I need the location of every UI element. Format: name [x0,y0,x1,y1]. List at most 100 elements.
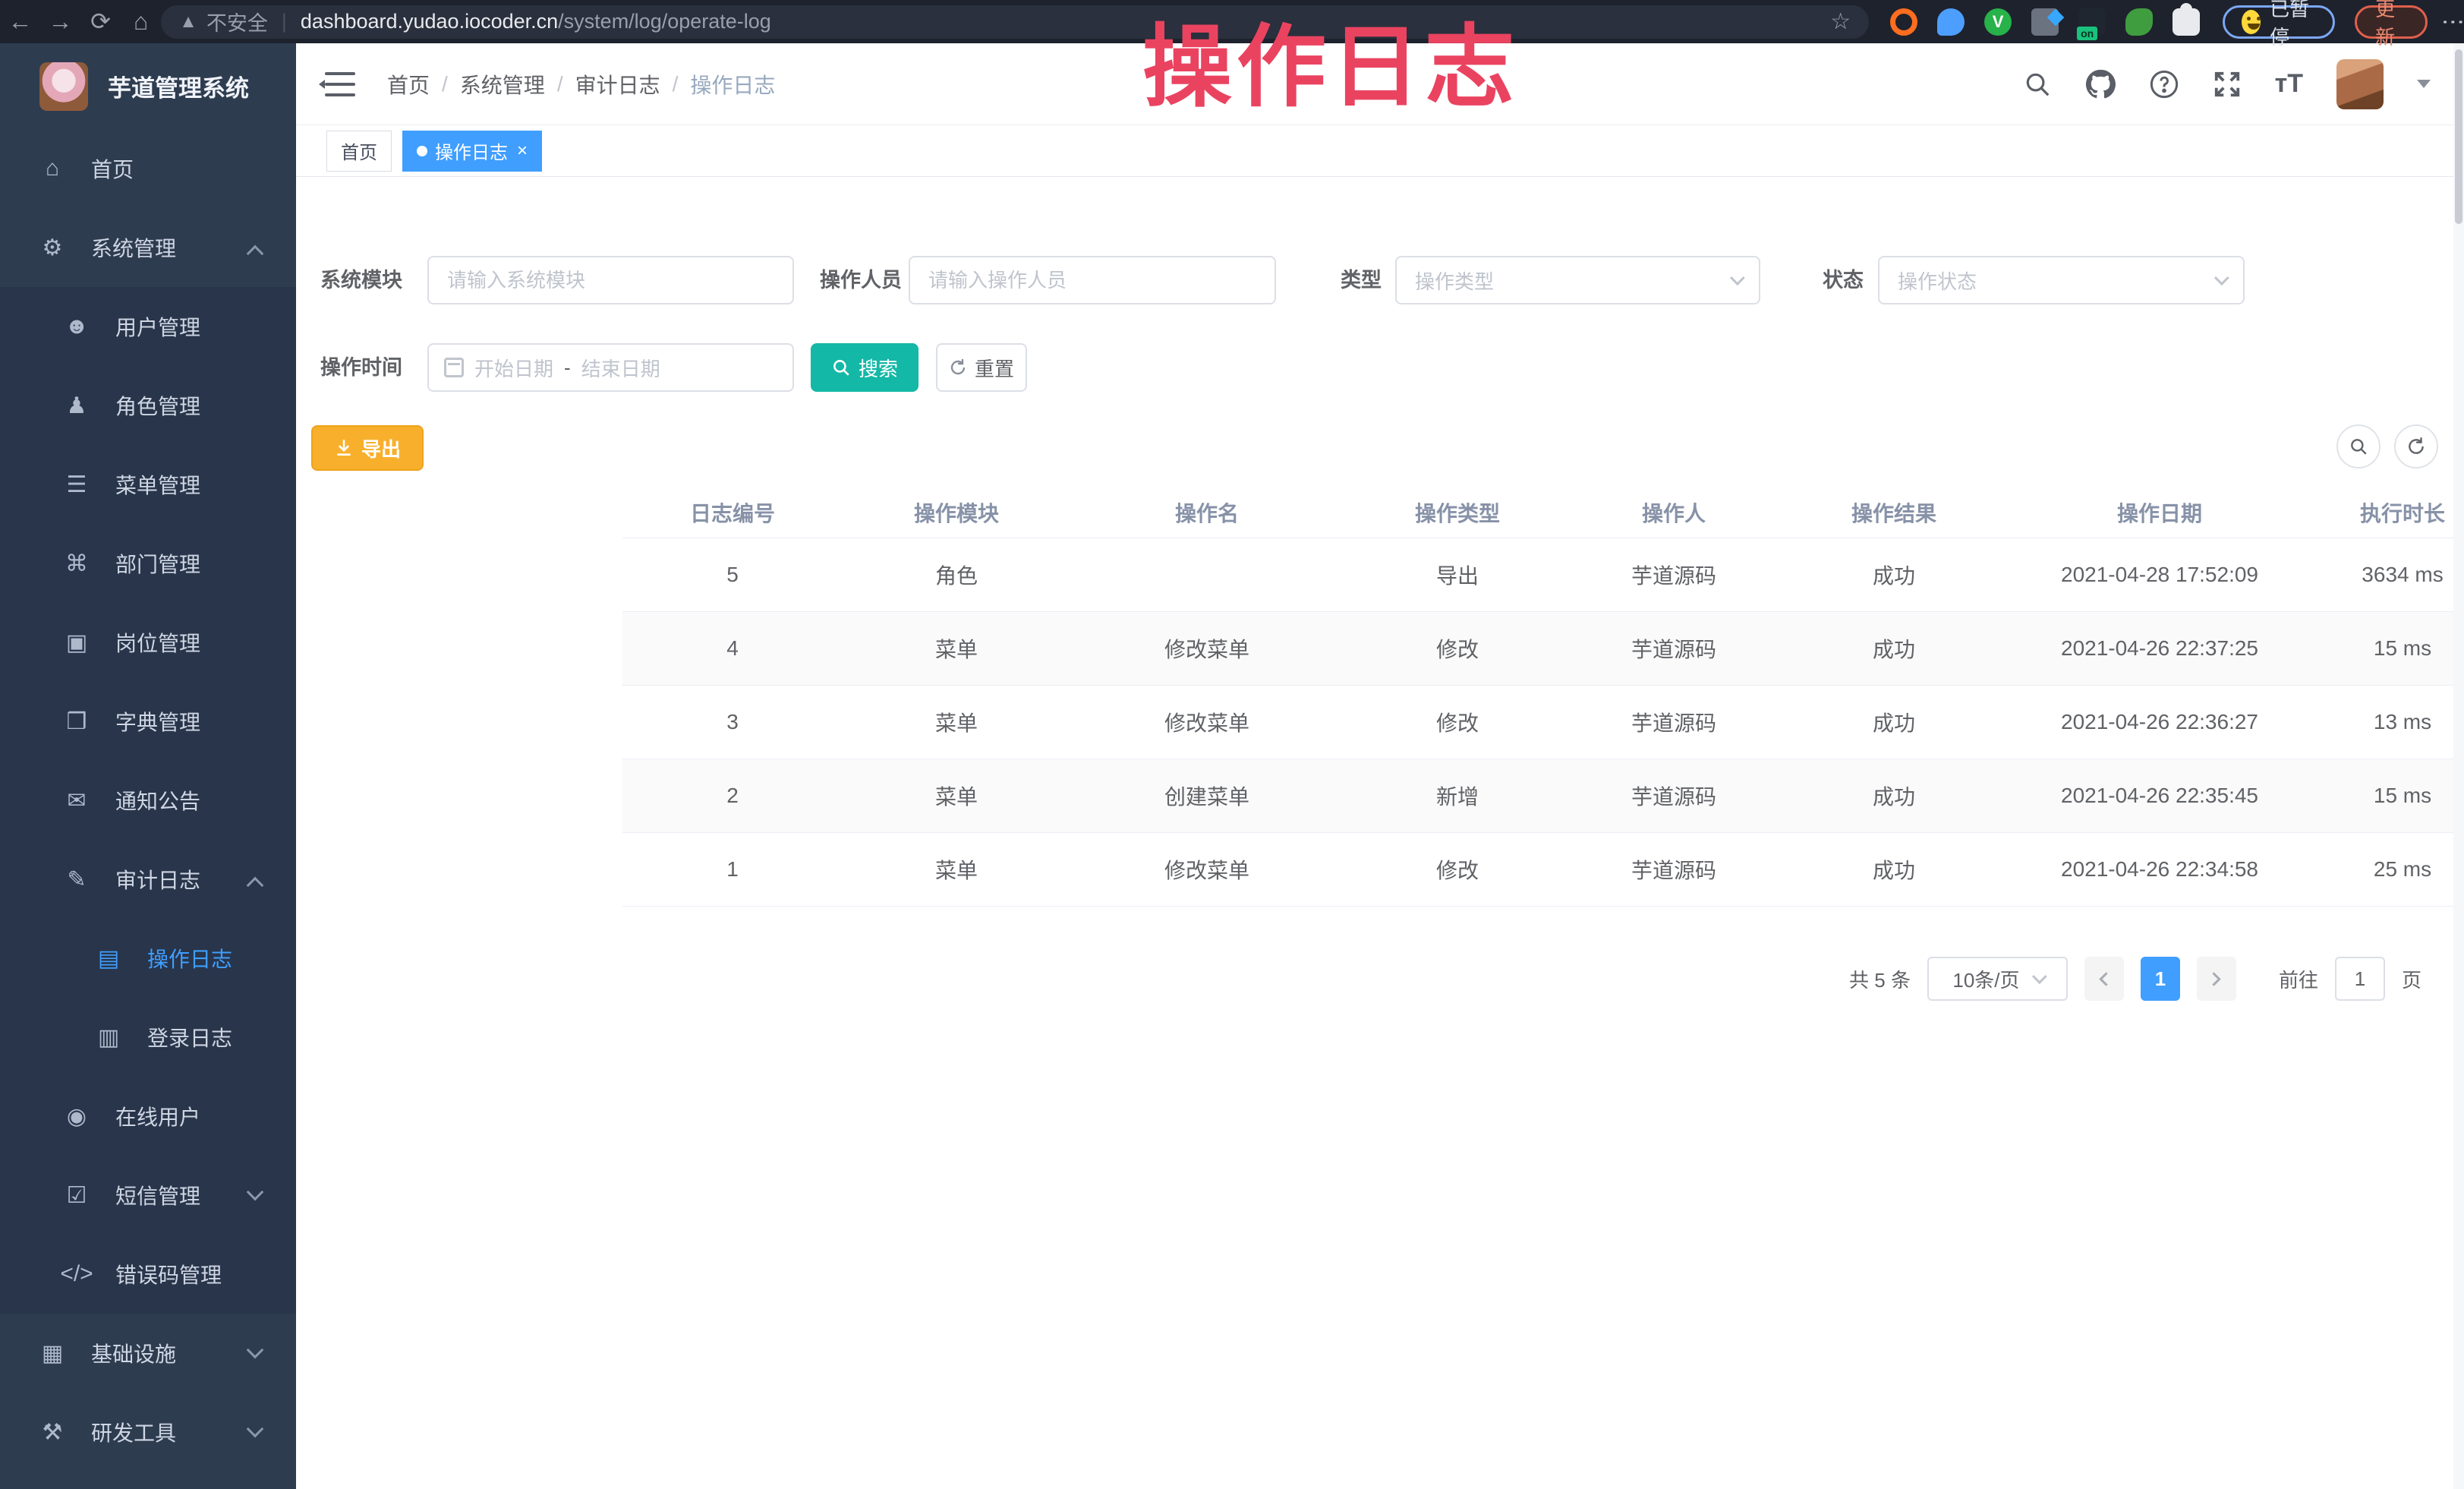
avatar-dropdown-caret-icon[interactable] [2417,80,2431,95]
dashboard-icon: ⌂ [35,156,70,181]
sidebar-item-role-mgmt[interactable]: ♟角色管理 [0,366,296,445]
sidebar-item-infrastructure[interactable]: ▦基础设施 [0,1314,296,1393]
sidebar-item-menu-mgmt[interactable]: ☰菜单管理 [0,445,296,524]
sidebar-toggle-icon[interactable] [325,71,355,97]
update-label: 更新 [2375,0,2407,50]
next-page-button[interactable] [2197,957,2236,1001]
extension-orange-icon[interactable] [1890,8,1917,36]
extension-pin-icon[interactable] [1937,8,1965,36]
sidebar-item-sms-mgmt[interactable]: ☑短信管理 [0,1156,296,1235]
extension-dark-icon[interactable]: on [2078,8,2106,36]
search-icon[interactable] [2023,70,2052,99]
breadcrumb-item[interactable]: 审计日志 [575,69,660,99]
user-avatar[interactable] [2336,59,2384,109]
browser-reload-icon[interactable]: ⟳ [80,0,121,43]
sidebar-item-operate-log[interactable]: ▤操作日志 [0,919,296,998]
address-bar[interactable]: ▲ 不安全 | dashboard.yudao.iocoder.cn /syst… [161,5,1869,39]
page-size-select[interactable]: 10条/页 [1927,957,2068,1001]
status-select[interactable]: 操作状态 [1878,256,2245,304]
table-cell: 成功 [1776,685,2012,759]
reset-button-label: 重置 [975,354,1014,382]
refresh-icon [2406,437,2426,456]
download-icon [334,438,354,458]
tag-label: 首页 [341,137,377,164]
fullscreen-icon[interactable] [2213,70,2242,99]
sidebar-item-dept-mgmt[interactable]: ⌘部门管理 [0,524,296,603]
table-cell: 2021-04-26 22:34:58 [2012,832,2308,906]
app-logo [39,62,88,111]
tag-item[interactable]: 首页 [326,131,392,172]
filter-status-label: 状态 [1795,256,1864,304]
sidebar-item-label: 字典管理 [115,706,200,737]
sidebar-logo-row[interactable]: 芋道管理系统 [0,43,296,129]
active-tag-dot [417,146,427,156]
breadcrumb-item[interactable]: 首页 [387,69,430,99]
sidebar-item-label: 基础设施 [91,1338,176,1368]
end-date-placeholder: 结束日期 [581,354,660,382]
date-range-input[interactable]: 开始日期 - 结束日期 [427,343,794,392]
extension-leaf-icon[interactable] [2125,8,2153,36]
login-log-icon: ▥ [91,1024,126,1051]
module-input[interactable] [427,256,794,304]
sidebar-item-post-mgmt[interactable]: ▣岗位管理 [0,603,296,682]
browser-back-icon[interactable]: ← [0,0,40,43]
tag-active[interactable]: 操作日志× [402,131,542,172]
font-size-icon[interactable]: ᴛT [2275,69,2303,99]
extension-green-icon[interactable]: V [1984,8,2012,36]
filter-module-label: 系统模块 [311,256,402,304]
sidebar-item-login-log[interactable]: ▥登录日志 [0,998,296,1077]
table-search-toggle-button[interactable] [2336,424,2381,468]
table-row: 5角色导出芋道源码成功2021-04-28 17:52:093634 ms详细 [622,538,2464,611]
filter-type-label: 类型 [1313,256,1382,304]
browser-menu-icon[interactable]: ⋮ [2441,11,2464,33]
roles-icon: ♟ [59,393,94,419]
export-button[interactable]: 导出 [311,425,424,471]
table-refresh-button[interactable] [2394,424,2438,468]
table-cell: 2021-04-26 22:35:45 [2012,759,2308,832]
pagination: 共 5 条 10条/页 1 前往 页 [1849,954,2421,1003]
bookmark-star-icon[interactable]: ☆ [1830,8,1851,35]
column-header: 操作日期 [2012,487,2308,538]
table-cell: 成功 [1776,538,2012,611]
gear-icon: ⚙ [35,235,70,261]
reset-button[interactable]: 重置 [936,343,1027,392]
table-cell: 2021-04-28 17:52:09 [2012,538,2308,611]
browser-forward-icon[interactable]: → [40,0,80,43]
extension-gray-icon[interactable] [2031,8,2059,36]
sidebar-item-user-mgmt[interactable]: ☻用户管理 [0,287,296,366]
table-cell: 菜单 [843,611,1070,685]
sidebar-item-home[interactable]: ⌂首页 [0,129,296,208]
sidebar-item-error-code-mgmt[interactable]: </>错误码管理 [0,1235,296,1314]
sidebar-item-system-mgmt[interactable]: ⚙系统管理 [0,208,296,287]
tag-close-icon[interactable]: × [517,140,528,162]
sidebar-item-audit-log[interactable]: ✎审计日志 [0,840,296,919]
page-1-button[interactable]: 1 [2141,957,2180,1001]
table-cell: 15 ms [2308,759,2464,832]
sidebar-item-dev-tools[interactable]: ⚒研发工具 [0,1393,296,1472]
status-select-placeholder: 操作状态 [1898,267,1977,295]
extensions-puzzle-icon[interactable] [2173,8,2200,36]
scrollbar-thumb[interactable] [2455,49,2462,224]
goto-page-input[interactable] [2335,957,2385,1001]
page-size-value: 10条/页 [1952,965,2019,993]
table-cell: 5 [622,538,843,611]
search-button-label: 搜索 [859,354,898,382]
page-scrollbar[interactable] [2453,43,2464,1489]
sidebar-item-label: 研发工具 [91,1417,176,1447]
breadcrumb-item[interactable]: 系统管理 [460,69,545,99]
help-icon[interactable] [2149,69,2179,99]
sidebar-item-dict-mgmt[interactable]: ❒字典管理 [0,682,296,761]
paused-profile-chip[interactable]: 已暂停 [2223,5,2335,39]
browser-update-button[interactable]: 更新 [2355,5,2428,39]
type-select[interactable]: 操作类型 [1395,256,1760,304]
sidebar-item-online-users[interactable]: ◉在线用户 [0,1077,296,1156]
prev-page-button[interactable] [2084,957,2124,1001]
sidebar-item-notice[interactable]: ✉通知公告 [0,761,296,840]
github-icon[interactable] [2085,69,2116,99]
browser-home-icon[interactable]: ⌂ [121,0,161,43]
search-button[interactable]: 搜索 [811,343,918,392]
sidebar: 芋道管理系统 ⌂首页⚙系统管理☻用户管理♟角色管理☰菜单管理⌘部门管理▣岗位管理… [0,43,296,1489]
sidebar-item-label: 在线用户 [115,1101,200,1131]
operator-input[interactable] [909,256,1276,304]
main-area: 首页/系统管理/审计日志/操作日志 ᴛT [296,43,2464,1489]
